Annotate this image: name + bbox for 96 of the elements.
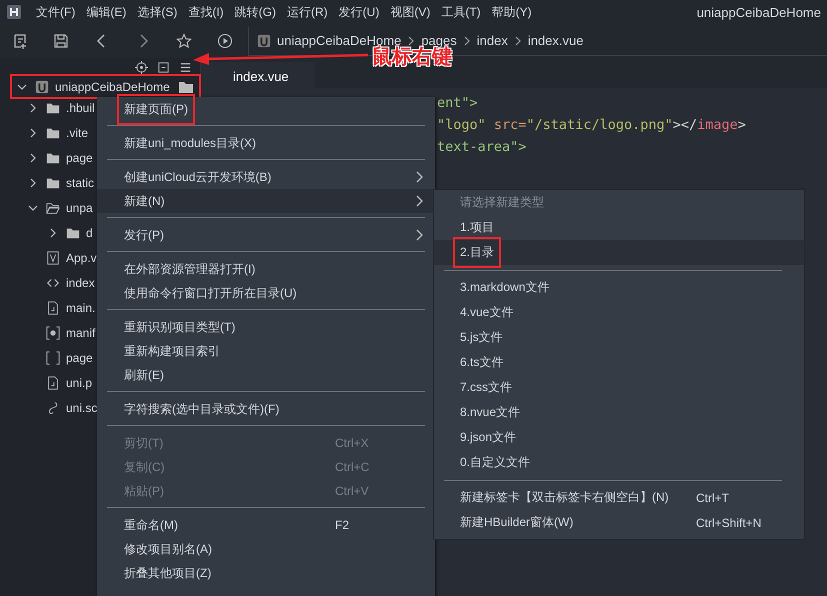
project-icon [35, 80, 49, 94]
window-title: uniappCeibaDeHome [696, 4, 821, 20]
app-logo-icon [6, 4, 22, 20]
tree-item[interactable]: main. [66, 300, 96, 314]
tree-item[interactable]: manif [66, 326, 96, 340]
run-icon[interactable] [217, 33, 233, 49]
menu-item[interactable]: 在外部资源管理器打开(I) [97, 257, 435, 281]
settings-file-icon [46, 326, 60, 340]
menu-item[interactable]: 3.markdown文件 [434, 275, 804, 300]
chevron-icon [407, 34, 416, 46]
menu-item[interactable]: 9.json文件 [434, 425, 804, 450]
menu-item[interactable]: 使用命令行窗口打开所在目录(U) [97, 281, 435, 305]
code-text: ent"> [437, 95, 478, 111]
menu-item[interactable]: 字符搜索(选中目录或文件)(F) [97, 397, 435, 421]
menu-item[interactable]: 新建uni_modules目录(X) [97, 131, 435, 155]
menu-item[interactable]: 1.项目 [434, 215, 804, 240]
menu-item[interactable]: 重新构建项目索引 [97, 339, 435, 363]
new-file-icon[interactable] [12, 33, 28, 49]
script-file-icon [46, 376, 60, 390]
brackets-icon [46, 350, 60, 364]
menu-item[interactable]: 新建(N) [97, 189, 435, 213]
chevron-icon [462, 34, 471, 46]
project-icon [257, 34, 271, 48]
folder-icon [46, 200, 60, 214]
menu-item[interactable]: 选择(S) [137, 4, 178, 20]
menu-item[interactable]: 文件(F) [36, 4, 76, 20]
chevron-icon [514, 34, 522, 46]
menu-item[interactable]: 0.自定义文件 [434, 450, 804, 475]
menu-item[interactable]: 创建uniCloud云开发环境(B) [97, 165, 435, 189]
menu-item[interactable]: 工具(T) [441, 4, 481, 20]
menu-header: 请选择新建类型 [459, 194, 545, 211]
menu-item[interactable]: 2.目录 [434, 240, 804, 265]
tree-item[interactable]: uniappCeibaDeHome [55, 80, 170, 94]
save-icon[interactable] [53, 33, 69, 49]
menu-item[interactable]: 跳转(G) [234, 4, 276, 20]
menu-item[interactable]: 运行(R) [286, 4, 328, 20]
tree-item[interactable]: App.v [66, 250, 97, 264]
breadcrumb-item[interactable]: uniappCeibaDeHome [277, 33, 402, 48]
menu-item[interactable]: 修改项目别名(A) [97, 537, 435, 561]
tree-item[interactable]: uni.p [66, 376, 92, 390]
menu-item[interactable]: 重新识别项目类型(T) [97, 315, 435, 339]
menu-item[interactable]: 4.vue文件 [434, 300, 804, 325]
menu-item[interactable]: 帮助(Y) [492, 4, 532, 20]
collapse-icon[interactable] [157, 61, 170, 74]
folder-icon [46, 150, 60, 164]
tree-item[interactable]: unpa [66, 200, 93, 214]
tree-item[interactable]: uni.sc [66, 400, 98, 414]
menu-item[interactable]: 刷新(E) [97, 363, 435, 387]
menu-icon[interactable] [179, 61, 192, 74]
code-text: image [697, 117, 738, 133]
chevron-icon[interactable] [28, 202, 38, 212]
chevron-icon[interactable] [28, 178, 38, 188]
star-icon[interactable] [176, 33, 192, 49]
breadcrumb-item[interactable]: index [476, 33, 508, 48]
folder-icon [46, 126, 60, 140]
code-text: text-area"> [437, 139, 526, 155]
menu-item[interactable]: 8.nvue文件 [434, 400, 804, 425]
tree-item[interactable]: page [66, 150, 93, 164]
tree-item[interactable]: .hbuil [66, 100, 95, 114]
code-text: src= [494, 117, 526, 133]
menu-item[interactable]: 视图(V) [390, 4, 430, 20]
tree-item[interactable]: d [86, 226, 93, 240]
folder-icon [46, 176, 60, 190]
code-text: > [738, 117, 746, 133]
menu-item[interactable]: 折叠其他项目(Z) [97, 561, 435, 585]
code-text: "logo" [437, 117, 487, 133]
folder-icon [46, 100, 60, 114]
chevron-icon[interactable] [28, 128, 38, 138]
chevron-icon[interactable] [28, 152, 38, 162]
menu-item[interactable]: 5.js文件 [434, 325, 804, 350]
menu-item[interactable]: 发行(U) [338, 4, 380, 20]
chevron-icon[interactable] [17, 82, 27, 92]
folder-icon [66, 226, 80, 240]
menu-item[interactable]: 7.css文件 [434, 375, 804, 400]
menu-item[interactable]: 发行(P) [97, 223, 435, 247]
menu-item[interactable]: 新建标签卡【双击标签卡右侧空白】(N) Ctrl+T [434, 485, 804, 510]
code-text: ></ [672, 117, 698, 133]
style-file-icon [46, 400, 60, 414]
chevron-icon[interactable] [28, 102, 38, 112]
folder-icon [178, 80, 194, 94]
vue-file-icon [46, 250, 60, 264]
code-text: "/static/logo.png" [526, 117, 673, 133]
menu-item[interactable]: 新建HBuilder窗体(W) Ctrl+Shift+N [434, 510, 804, 535]
locate-icon[interactable] [135, 61, 148, 74]
tree-item[interactable]: .vite [66, 126, 88, 140]
chevron-icon[interactable] [48, 228, 58, 238]
menu-item[interactable]: 6.ts文件 [434, 350, 804, 375]
tree-item[interactable]: page [66, 350, 93, 364]
menu-item[interactable]: 查找(I) [188, 4, 224, 20]
tree-item[interactable]: index [66, 276, 95, 290]
menu-item[interactable]: 编辑(E) [86, 4, 126, 20]
breadcrumb-item[interactable]: index.vue [528, 33, 584, 48]
script-file-icon [46, 300, 60, 314]
breadcrumb-item[interactable]: pages [421, 33, 457, 48]
tree-item[interactable]: static [66, 176, 94, 190]
menu-item[interactable]: 重命名(M) F2 [97, 513, 435, 537]
